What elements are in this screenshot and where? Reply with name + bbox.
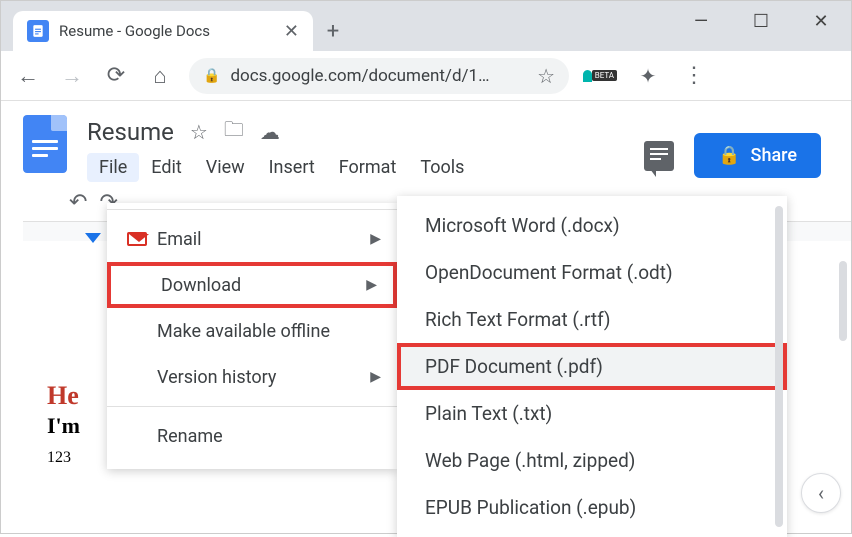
comments-icon[interactable]	[644, 141, 674, 171]
menu-download[interactable]: Download ▶	[107, 262, 397, 308]
menu-email[interactable]: Email ▶	[107, 216, 397, 262]
doc-heading-2: I'm	[47, 413, 80, 439]
download-submenu: Microsoft Word (.docx) OpenDocument Form…	[397, 196, 787, 537]
new-tab-button[interactable]: +	[313, 11, 353, 51]
download-docx[interactable]: Microsoft Word (.docx)	[397, 202, 787, 249]
reload-button[interactable]: ⟳	[101, 61, 131, 91]
document-title[interactable]: Resume	[87, 118, 174, 146]
url-text: docs.google.com/document/d/1…	[230, 66, 527, 86]
side-panel-scrollbar[interactable]	[839, 261, 847, 341]
extensions-icon[interactable]: ✦	[631, 59, 665, 93]
menu-file[interactable]: File	[87, 153, 139, 182]
share-button[interactable]: 🔒 Share	[694, 133, 821, 178]
star-icon[interactable]: ☆	[190, 120, 208, 144]
menu-insert[interactable]: Insert	[257, 153, 327, 182]
menu-make-available-offline[interactable]: Make available offline	[107, 308, 397, 354]
menu-tools[interactable]: Tools	[408, 153, 476, 182]
tab-close-icon[interactable]: ✕	[284, 21, 299, 42]
move-folder-icon[interactable]: 🗀	[224, 115, 244, 149]
submenu-arrow-icon: ▶	[370, 231, 381, 247]
address-bar: ← → ⟳ ⌂ 🔒 docs.google.com/document/d/1… …	[1, 51, 851, 101]
explore-chevron-icon[interactable]: ‹	[801, 473, 841, 513]
download-rtf[interactable]: Rich Text Format (.rtf)	[397, 296, 787, 343]
file-menu-dropdown: Email ▶ Download ▶ Make available offlin…	[107, 203, 397, 469]
lock-icon: 🔒	[718, 145, 740, 166]
submenu-arrow-icon: ▶	[366, 277, 377, 293]
forward-button[interactable]: →	[57, 61, 87, 91]
gmail-icon	[127, 232, 157, 246]
download-txt[interactable]: Plain Text (.txt)	[397, 390, 787, 437]
download-pdf[interactable]: PDF Document (.pdf)	[397, 343, 787, 390]
doc-text: 123	[47, 449, 80, 467]
undo-icon[interactable]: ↶	[69, 190, 87, 215]
download-epub[interactable]: EPUB Publication (.epub)	[397, 484, 787, 531]
menu-version-history[interactable]: Version history ▶	[107, 354, 397, 400]
bookmark-star-icon[interactable]: ☆	[537, 64, 555, 88]
menu-view[interactable]: View	[194, 153, 257, 182]
back-button[interactable]: ←	[13, 61, 43, 91]
beta-extension-icon[interactable]: BETA	[583, 59, 617, 93]
cloud-status-icon[interactable]: ☁	[260, 120, 280, 144]
window-close[interactable]: ✕	[791, 1, 851, 41]
menu-format[interactable]: Format	[327, 153, 409, 182]
omnibox[interactable]: 🔒 docs.google.com/document/d/1… ☆	[189, 58, 569, 94]
tab-title: Resume - Google Docs	[59, 22, 274, 40]
menu-rename[interactable]: Rename	[107, 413, 397, 459]
menu-edit[interactable]: Edit	[139, 153, 193, 182]
browser-tab[interactable]: Resume - Google Docs ✕	[13, 11, 313, 51]
chrome-menu-icon[interactable]: ⋮	[679, 61, 709, 91]
docs-favicon	[27, 20, 49, 42]
submenu-arrow-icon: ▶	[370, 369, 381, 385]
lock-icon: 🔒	[203, 68, 220, 84]
document-canvas[interactable]: He I'm 123	[47, 381, 80, 467]
download-odt[interactable]: OpenDocument Format (.odt)	[397, 249, 787, 296]
window-minimize[interactable]: —	[671, 1, 731, 41]
home-button[interactable]: ⌂	[145, 61, 175, 91]
indent-marker[interactable]	[85, 233, 101, 243]
download-html[interactable]: Web Page (.html, zipped)	[397, 437, 787, 484]
submenu-scrollbar[interactable]	[775, 206, 783, 527]
window-maximize[interactable]: ☐	[731, 1, 791, 41]
google-docs-logo[interactable]	[23, 115, 67, 173]
doc-heading-1: He	[47, 381, 80, 411]
